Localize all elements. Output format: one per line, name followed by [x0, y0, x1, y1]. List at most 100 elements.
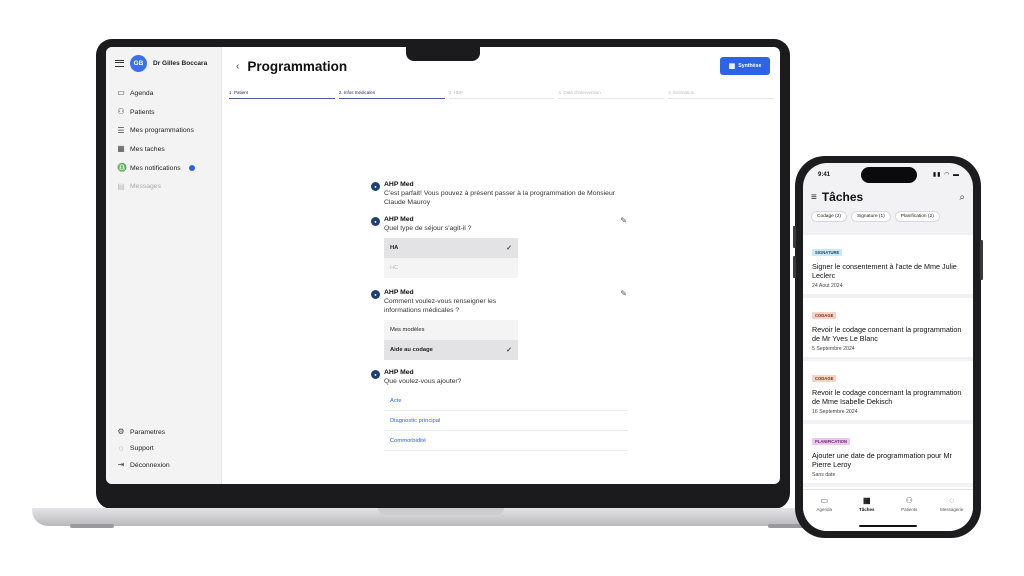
- users-icon: ⚇: [905, 496, 913, 505]
- phone-button: [793, 256, 796, 278]
- chip-codage[interactable]: Codage (2): [811, 211, 847, 222]
- laptop-foot: [70, 524, 114, 528]
- chat-message: ● ✎ AHP Med Comment voulez-vous renseign…: [371, 289, 631, 360]
- message-text: Comment voulez-vous renseigner les infor…: [384, 298, 497, 314]
- add-option-list: Acte Diagnostic principal Commorbidité: [384, 391, 628, 451]
- search-icon[interactable]: ⌕: [959, 192, 965, 203]
- sidebar-item-parametres[interactable]: ⚙ Parametres: [117, 424, 170, 441]
- option-label: Aide au codage: [390, 347, 433, 353]
- phone-header: ≡ Tâches ⌕: [811, 190, 965, 204]
- bell-icon: ♎: [117, 163, 127, 173]
- step-hbp[interactable]: 3. HBP: [448, 90, 555, 99]
- message-text: Quel type de séjour s'agit-il ?: [384, 225, 472, 232]
- chip-signature[interactable]: Signature (1): [851, 211, 891, 222]
- chip-planification[interactable]: Planification (2): [894, 211, 940, 222]
- step-infos-medicales[interactable]: 2. Infos médicales: [338, 90, 445, 99]
- menu-icon[interactable]: ≡: [811, 192, 817, 203]
- main-content: ‹ Programmation ▦ Synthèse 1. Patient 2.…: [223, 47, 780, 484]
- sidebar-item-label: Déconnexion: [130, 461, 170, 469]
- chat-message: ● ✎ AHP Med Quel type de séjour s'agit-i…: [371, 216, 631, 278]
- sidebar-item-patients[interactable]: ⚇ Patients: [117, 103, 195, 122]
- check-icon: ✓: [506, 245, 512, 252]
- menu-icon[interactable]: [115, 60, 124, 67]
- calendar-icon: ▭: [117, 88, 125, 98]
- option-label: Mes modèles: [390, 327, 425, 333]
- task-list: SIGNATURE Signer le consentement à l'act…: [803, 235, 973, 520]
- task-date: 24 Aout 2024: [812, 283, 843, 289]
- message-icon: ◌: [949, 496, 955, 505]
- task-title: Signer le consentement à l'acte de Mme J…: [812, 262, 957, 280]
- status-time: 9:41: [818, 172, 831, 178]
- task-badge: CODAGE: [812, 375, 837, 382]
- sidebar-item-messages[interactable]: ▤ Messages: [117, 177, 195, 196]
- sidebar-item-programmations[interactable]: ☰ Mes programmations: [117, 121, 195, 140]
- task-card[interactable]: CODAGE Revoir le codage concernant la pr…: [803, 298, 973, 357]
- tab-agenda[interactable]: ▭ Agenda: [806, 496, 842, 531]
- status-icons: ▮▮ ◠ ▬: [932, 172, 960, 178]
- option-aide-au-codage[interactable]: Aide au codage ✓: [384, 340, 518, 360]
- step-estimation[interactable]: 4. Estimation: [668, 90, 774, 99]
- bot-avatar: ●: [371, 217, 380, 226]
- logout-icon: ⇥: [117, 460, 125, 470]
- bot-name: AHP Med: [384, 289, 414, 296]
- list-icon: ☰: [117, 125, 125, 135]
- option-hc[interactable]: HC: [384, 258, 518, 278]
- pencil-icon[interactable]: ✎: [620, 289, 627, 298]
- sidebar: GB Dr Gilles Boccara ▭ Agenda ⚇ Patients…: [106, 47, 222, 484]
- option-label: HC: [390, 265, 399, 271]
- chat-icon: ◌: [118, 443, 124, 453]
- home-indicator: [859, 524, 917, 527]
- page-title: Tâches: [821, 190, 864, 204]
- phone-button: [793, 226, 796, 248]
- check-icon: ✓: [506, 347, 512, 354]
- sidebar-item-notifications[interactable]: ♎ Mes notifications: [117, 159, 195, 178]
- camera-notch: [406, 46, 480, 61]
- avatar[interactable]: GB: [130, 55, 147, 72]
- synthese-label: Synthèse: [738, 63, 762, 69]
- sidebar-item-deconnexion[interactable]: ⇥ Déconnexion: [117, 457, 170, 474]
- task-card[interactable]: PLANIFICATION Ajouter une date de progra…: [803, 424, 973, 483]
- sidebar-item-agenda[interactable]: ▭ Agenda: [117, 84, 195, 103]
- laptop-screen: GB Dr Gilles Boccara ▭ Agenda ⚇ Patients…: [106, 47, 780, 484]
- phone-screen: 9:41 ▮▮ ◠ ▬ ≡ Tâches ⌕ Codage (2) Signat…: [803, 163, 973, 531]
- option-ha[interactable]: HA ✓: [384, 238, 518, 258]
- synthese-button[interactable]: ▦ Synthèse: [720, 57, 770, 75]
- task-badge: SIGNATURE: [812, 249, 843, 256]
- tab-label: Patients: [901, 507, 918, 512]
- chat-message: ● AHP Med C'est parfait! Vous pouvez à p…: [371, 181, 631, 207]
- add-diagnostic-link[interactable]: Diagnostic principal: [384, 411, 628, 431]
- sidebar-item-taches[interactable]: ▦ Mes taches: [117, 140, 195, 159]
- sidebar-item-label: Agenda: [130, 89, 154, 97]
- step-patient[interactable]: 1. Patient: [229, 90, 335, 99]
- tab-messagerie[interactable]: ◌ Messagerie: [934, 496, 970, 531]
- sidebar-bottom: ⚙ Parametres ◌ Support ⇥ Déconnexion: [117, 424, 170, 474]
- task-card[interactable]: CODAGE Revoir le codage concernant la pr…: [803, 361, 973, 420]
- chat-thread: ● AHP Med C'est parfait! Vous pouvez à p…: [371, 181, 631, 451]
- page-title: Programmation: [247, 59, 348, 74]
- sidebar-item-label: Mes notifications: [130, 164, 181, 172]
- grid-icon: ▦: [862, 496, 871, 505]
- notification-badge: [188, 165, 195, 172]
- add-commorbidite-link[interactable]: Commorbidité: [384, 431, 628, 451]
- step-date-intervention[interactable]: 4. Date d'intervention: [558, 90, 665, 99]
- sidebar-item-support[interactable]: ◌ Support: [117, 441, 170, 458]
- stepper: 1. Patient 2. Infos médicales 3. HBP 4. …: [229, 90, 774, 99]
- chevron-left-icon[interactable]: ‹: [236, 61, 239, 72]
- sidebar-item-label: Parametres: [130, 428, 166, 436]
- option-label: HA: [390, 245, 399, 251]
- task-title: Revoir le codage concernant la programma…: [812, 388, 962, 406]
- task-badge: PLANIFICATION: [812, 438, 851, 445]
- pencil-icon[interactable]: ✎: [620, 216, 627, 225]
- option-list: HA ✓ HC: [384, 238, 518, 278]
- option-list: Mes modèles Aide au codage ✓: [384, 320, 518, 360]
- add-acte-link[interactable]: Acte: [384, 391, 628, 411]
- tab-label: Agenda: [816, 507, 832, 512]
- option-mes-modeles[interactable]: Mes modèles: [384, 320, 518, 340]
- task-date: 16 Septembre 2024: [812, 409, 858, 415]
- task-card[interactable]: SIGNATURE Signer le consentement à l'act…: [803, 235, 973, 294]
- message-text: Que voulez-vous ajouter?: [384, 378, 462, 385]
- bot-avatar: ●: [371, 370, 380, 379]
- task-badge: CODAGE: [812, 312, 837, 319]
- tab-label: Messagerie: [940, 507, 964, 512]
- user-name: Dr Gilles Boccara: [153, 60, 208, 67]
